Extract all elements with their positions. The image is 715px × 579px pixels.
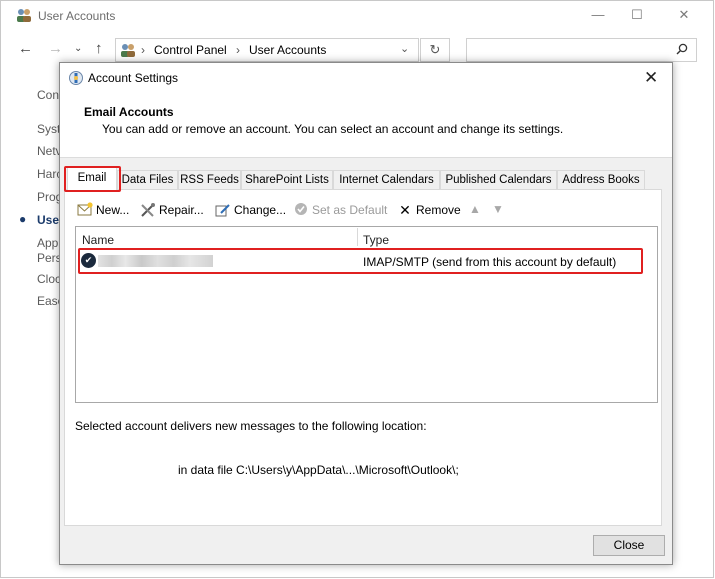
new-account-button[interactable]: New... [77,202,129,218]
move-down-icon[interactable]: ▼ [492,202,504,216]
sidebar-item-personalization[interactable]: Pers [37,251,62,265]
sidebar-item-system[interactable]: Syst [37,122,60,136]
tab-data-files[interactable]: Data Files [117,170,178,189]
dialog-close-icon[interactable]: ✕ [644,68,658,88]
maximize-button[interactable]: ☐ [627,6,647,24]
breadcrumb-user-accounts[interactable]: User Accounts [249,43,326,57]
breadcrumb-separator-icon: › [141,43,145,57]
close-window-button[interactable]: ✕ [674,6,694,24]
sidebar-item-network[interactable]: Netv [37,144,62,158]
remove-label: Remove [416,203,461,217]
breadcrumb-control-panel[interactable]: Control Panel [154,43,227,57]
account-row-highlight [78,248,643,274]
check-circle-icon [293,202,309,218]
new-label: New... [96,203,130,217]
new-mail-icon [77,202,93,218]
dialog-title: Account Settings [88,71,179,85]
forward-arrow-icon[interactable]: → [48,40,63,57]
tab-sharepoint-lists[interactable]: SharePoint Lists [241,170,333,189]
user-accounts-icon [16,8,32,22]
outlook-settings-icon [68,70,84,89]
repair-label: Repair... [159,203,204,217]
tab-internet-calendars[interactable]: Internet Calendars [333,170,440,189]
close-button[interactable]: Close [593,535,665,556]
back-arrow-icon[interactable]: ← [18,40,33,57]
sidebar-item-user-accounts[interactable]: Use [37,213,59,227]
breadcrumb-separator-icon: › [236,43,240,57]
window-title: User Accounts [38,9,116,23]
change-icon [215,202,231,218]
minimize-button[interactable]: — [588,6,608,24]
search-icon [676,43,688,58]
set-as-default-button[interactable]: Set as Default [293,202,387,218]
active-bullet-icon: ● [19,212,27,226]
refresh-button[interactable]: ↻ [420,38,450,62]
address-dropdown-icon[interactable]: ⌄ [400,42,409,55]
up-arrow-icon[interactable]: ↑ [95,40,103,57]
sidebar-item-clock[interactable]: Cloc [37,272,61,286]
sidebar-item-appearance[interactable]: App [37,236,58,250]
tab-published-calendars[interactable]: Published Calendars [440,170,557,189]
repair-tools-icon [140,202,156,218]
email-tab-highlight [64,166,121,192]
chevron-down-icon[interactable]: ⌄ [74,43,82,54]
repair-button[interactable]: Repair... [140,202,204,218]
sidebar-item-control-panel-home[interactable]: Con [37,88,59,102]
search-input[interactable] [466,38,697,62]
column-header-type[interactable]: Type [363,233,389,247]
tab-rss-feeds[interactable]: RSS Feeds [178,170,241,189]
header-description: You can add or remove an account. You ca… [102,122,564,136]
dialog-header: Email Accounts You can add or remove an … [60,95,672,158]
set-as-default-label: Set as Default [312,203,388,217]
tab-address-books[interactable]: Address Books [557,170,645,189]
remove-x-icon: ✕ [399,202,411,218]
change-label: Change... [234,203,287,217]
delivery-path: in data file C:\Users\y\AppData\...\Micr… [178,463,459,477]
account-settings-dialog: Account Settings ✕ Email Accounts You ca… [59,62,673,565]
address-bar-icon [120,43,136,57]
column-header-name[interactable]: Name [82,233,114,247]
delivery-location-label: Selected account delivers new messages t… [75,419,427,433]
move-up-icon[interactable]: ▲ [469,202,481,216]
column-separator [357,228,358,246]
change-button[interactable]: Change... [215,202,286,218]
remove-button[interactable]: ✕ Remove [397,202,461,218]
header-title: Email Accounts [84,105,174,119]
